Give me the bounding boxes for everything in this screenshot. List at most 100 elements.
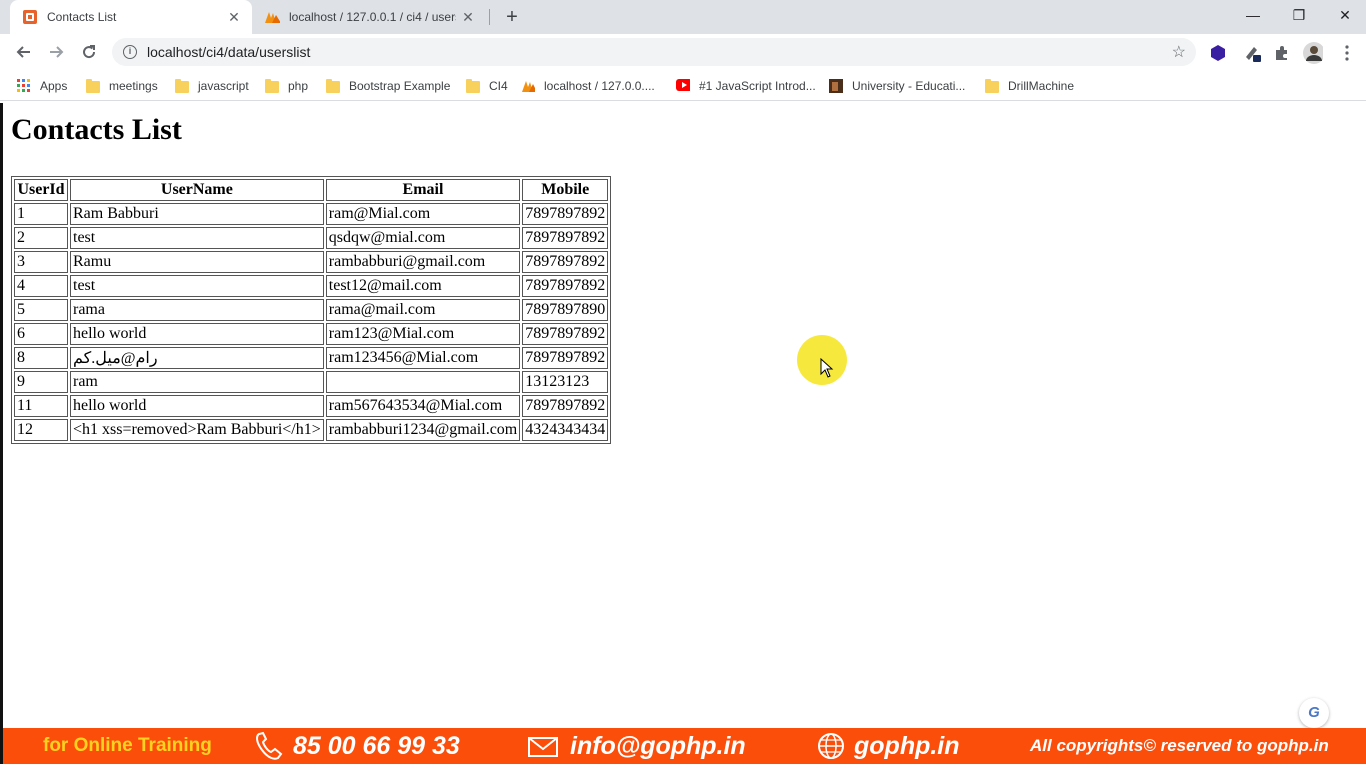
column-header-mobile: Mobile: [522, 179, 609, 201]
tab-separator: [489, 9, 490, 25]
table-header-row: UserId UserName Email Mobile: [14, 179, 609, 201]
extension-hexagon-icon[interactable]: [1208, 43, 1228, 63]
cell-mobile: 13123123: [522, 371, 609, 393]
cell-email: rambabburi@gmail.com: [325, 251, 521, 273]
bottom-strip: [0, 764, 1366, 768]
reload-button[interactable]: [75, 38, 103, 66]
cell-username: hello world: [70, 323, 324, 345]
mouse-cursor-icon: [820, 358, 834, 378]
tab-contacts-list[interactable]: Contacts List ✕: [10, 0, 252, 34]
screen-edge: [0, 103, 3, 768]
cell-mobile: 7897897892: [522, 347, 609, 369]
cell-userid: 12: [14, 419, 68, 441]
cell-username: Ram Babburi: [70, 203, 324, 225]
cell-mobile: 7897897892: [522, 323, 609, 345]
bookmark-ci4[interactable]: CI4: [466, 76, 508, 96]
cell-userid: 3: [14, 251, 68, 273]
bookmark-meetings[interactable]: meetings: [86, 76, 158, 96]
table-row: 3 Ramu rambabburi@gmail.com 7897897892: [14, 251, 609, 273]
new-tab-button[interactable]: +: [500, 4, 524, 30]
menu-kebab-icon[interactable]: [1337, 43, 1357, 63]
forward-arrow-icon: [50, 46, 64, 58]
column-header-username: UserName: [70, 179, 324, 201]
cell-userid: 5: [14, 299, 68, 321]
globe-icon: [818, 733, 844, 759]
grammarly-badge-icon[interactable]: G: [1299, 698, 1329, 728]
cell-username: test: [70, 227, 324, 249]
table-row: 4 test test12@mail.com 7897897892: [14, 275, 609, 297]
cell-username: رام@میل.کم: [70, 347, 324, 369]
address-bar[interactable]: i localhost/ci4/data/userslist ☆: [112, 38, 1196, 66]
cell-username: hello world: [70, 395, 324, 417]
bookmark-label: Apps: [40, 79, 68, 93]
tab-close-icon[interactable]: ✕: [456, 9, 480, 26]
back-button[interactable]: [10, 38, 38, 66]
cell-mobile: 7897897892: [522, 203, 609, 225]
table-row: 1 Ram Babburi ram@Mial.com 7897897892: [14, 203, 609, 225]
folder-icon: [86, 79, 100, 93]
cell-userid: 2: [14, 227, 68, 249]
table-row: 8 رام@میل.کم ram123456@Mial.com 7897897892: [14, 347, 609, 369]
bookmark-drillmachine[interactable]: DrillMachine: [985, 76, 1074, 96]
bookmark-label: #1 JavaScript Introd...: [699, 79, 816, 93]
forward-button[interactable]: [42, 38, 70, 66]
tab-close-icon[interactable]: ✕: [222, 9, 246, 26]
column-header-userid: UserId: [14, 179, 68, 201]
profile-avatar[interactable]: [1303, 42, 1323, 64]
table-row: 11 hello world ram567643534@Mial.com 789789…: [14, 395, 609, 417]
bookmark-bootstrap-example[interactable]: Bootstrap Example: [326, 76, 450, 96]
contacts-table: UserId UserName Email Mobile 1 Ram Babbur…: [11, 176, 612, 444]
cell-username: ram: [70, 371, 324, 393]
reload-icon: [83, 45, 96, 59]
folder-icon: [985, 79, 999, 93]
bookmark-label: University - Educati...: [852, 79, 966, 93]
extension-pen-icon[interactable]: [1242, 43, 1262, 63]
cell-mobile: 4324343434: [522, 419, 609, 441]
site-info-icon[interactable]: i: [123, 45, 137, 59]
mail-icon: [528, 737, 558, 757]
footer-banner: for Online Training 85 00 66 99 33 info@…: [3, 728, 1366, 764]
banner-copyright-text: All copyrights© reserved to gophp.in: [1030, 736, 1329, 755]
column-header-email: Email: [325, 179, 521, 201]
bookmark-label: meetings: [109, 79, 158, 93]
table-row: 6 hello world ram123@Mial.com 7897897892: [14, 323, 609, 345]
cell-email: rama@mail.com: [325, 299, 521, 321]
cell-email: ram123456@Mial.com: [325, 347, 521, 369]
bookmark-php[interactable]: php: [265, 76, 308, 96]
cell-userid: 1: [14, 203, 68, 225]
bookmark-label: javascript: [198, 79, 249, 93]
bookmark-apps[interactable]: Apps: [17, 76, 67, 96]
extensions-puzzle-icon[interactable]: [1272, 43, 1292, 63]
browser-toolbar: i localhost/ci4/data/userslist ☆: [0, 34, 1366, 70]
bookmark-star-icon[interactable]: ☆: [1172, 42, 1186, 62]
youtube-icon: [676, 79, 690, 91]
cell-mobile: 7897897892: [522, 275, 609, 297]
bookmark-label: DrillMachine: [1008, 79, 1075, 93]
tab-phpmyadmin[interactable]: localhost / 127.0.0.1 / ci4 / users ✕: [254, 0, 486, 34]
cell-mobile: 7897897890: [522, 299, 609, 321]
cell-email: ram123@Mial.com: [325, 323, 521, 345]
folder-icon: [265, 79, 279, 93]
back-arrow-icon: [16, 46, 30, 58]
restore-button[interactable]: ❐: [1276, 0, 1322, 30]
url-text[interactable]: localhost/ci4/data/userslist: [147, 44, 1172, 60]
cell-username: rama: [70, 299, 324, 321]
bookmarks-bar: Apps meetings javascript php Bootstrap E…: [0, 70, 1366, 101]
cell-email: ram567643534@Mial.com: [325, 395, 521, 417]
cell-mobile: 7897897892: [522, 395, 609, 417]
cell-email: rambabburi1234@gmail.com: [325, 419, 521, 441]
codeigniter-favicon-icon: [22, 9, 38, 25]
close-window-button[interactable]: ✕: [1322, 0, 1366, 30]
tab-title: localhost / 127.0.0.1 / ci4 / users: [289, 10, 456, 24]
tab-strip: Contacts List ✕ localhost / 127.0.0.1 / …: [0, 0, 1366, 34]
bookmark-javascript-intro[interactable]: #1 JavaScript Introd...: [676, 76, 816, 96]
bookmark-label: CI4: [489, 79, 508, 93]
folder-icon: [466, 79, 480, 93]
bookmark-university[interactable]: University - Educati...: [829, 76, 965, 96]
bookmark-phpmyadmin[interactable]: localhost / 127.0.0....: [521, 76, 655, 96]
cell-username: Ramu: [70, 251, 324, 273]
minimize-button[interactable]: —: [1230, 0, 1276, 30]
bookmark-javascript[interactable]: javascript: [175, 76, 249, 96]
page-content: Contacts List UserId UserName Email Mobi…: [11, 103, 612, 444]
cell-username: <h1 xss=removed>Ram Babburi</h1>: [70, 419, 324, 441]
